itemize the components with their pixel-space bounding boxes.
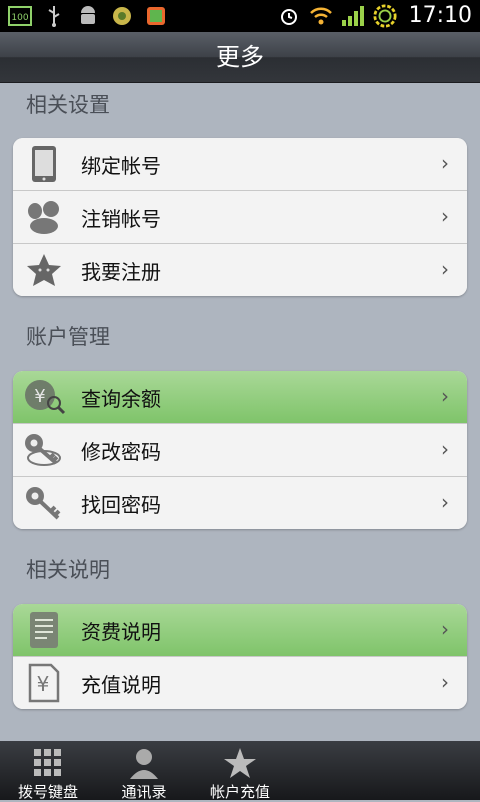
list-item-label: 找回密码 bbox=[81, 492, 161, 517]
svg-text:100: 100 bbox=[11, 13, 28, 23]
tab-label: 帐户充值 bbox=[209, 783, 270, 801]
tab-contacts[interactable]: 通讯录 bbox=[96, 741, 192, 801]
settings-list[interactable]: 相关设置 绑定帐号 › 注销帐号 › 我要注册 › 账户管理 ¥ 查询余额 › … bbox=[0, 83, 480, 741]
clock: 17:10 bbox=[408, 3, 472, 28]
battery-icon: 100 bbox=[8, 4, 32, 28]
tab-label: 通讯录 bbox=[121, 783, 167, 801]
yen-doc-icon: ¥ bbox=[19, 661, 69, 705]
list-item-fee-info[interactable]: 资费说明 › bbox=[13, 604, 467, 657]
tab-label: 拨号键盘 bbox=[17, 783, 78, 801]
page-title: 更多 bbox=[216, 43, 264, 71]
document-icon bbox=[19, 608, 69, 652]
colorful-app-icon bbox=[144, 4, 168, 28]
chevron-right-icon: › bbox=[441, 617, 449, 641]
list-item-recover-password[interactable]: 找回密码 › bbox=[13, 477, 467, 529]
chevron-right-icon: › bbox=[441, 151, 449, 175]
key-find-icon bbox=[19, 481, 69, 525]
alarm-icon bbox=[277, 4, 301, 28]
list-item-check-balance[interactable]: ¥ 查询余额 › bbox=[13, 371, 467, 424]
wifi-icon bbox=[309, 4, 333, 28]
key-icon bbox=[19, 428, 69, 472]
list-item-label: 绑定帐号 bbox=[81, 153, 161, 178]
section-label-account: 账户管理 bbox=[26, 325, 110, 349]
chevron-right-icon: › bbox=[441, 204, 449, 228]
android-icon bbox=[76, 4, 100, 28]
contact-icon bbox=[96, 745, 192, 781]
list-item-logout-account[interactable]: 注销帐号 › bbox=[13, 191, 467, 244]
list-item-bind-account[interactable]: 绑定帐号 › bbox=[13, 138, 467, 191]
chevron-right-icon: › bbox=[441, 257, 449, 281]
list-item-label: 查询余额 bbox=[81, 386, 161, 411]
chevron-right-icon: › bbox=[441, 437, 449, 461]
yen-search-icon: ¥ bbox=[19, 375, 69, 419]
usb-icon bbox=[42, 4, 66, 28]
title-bar: 更多 bbox=[0, 32, 480, 83]
svg-text:¥: ¥ bbox=[37, 672, 50, 696]
list-item-recharge-info[interactable]: ¥ 充值说明 › bbox=[13, 657, 467, 709]
signal-icon bbox=[341, 4, 365, 28]
list-item-register[interactable]: 我要注册 › bbox=[13, 244, 467, 296]
tab-dial-keypad[interactable]: 拨号键盘 bbox=[0, 741, 96, 801]
phone-icon bbox=[19, 142, 69, 186]
list-item-label: 修改密码 bbox=[81, 439, 161, 464]
sync-icon bbox=[373, 3, 397, 28]
paw-icon bbox=[19, 195, 69, 239]
keypad-icon bbox=[0, 745, 96, 781]
svg-text:¥: ¥ bbox=[34, 386, 45, 407]
section-label-info: 相关说明 bbox=[26, 558, 110, 582]
account-group: ¥ 查询余额 › 修改密码 › 找回密码 › bbox=[13, 371, 467, 529]
list-item-label: 我要注册 bbox=[81, 259, 161, 284]
chevron-right-icon: › bbox=[441, 384, 449, 408]
section-label-settings: 相关设置 bbox=[26, 93, 110, 117]
chevron-right-icon: › bbox=[441, 670, 449, 694]
star-icon bbox=[19, 248, 69, 292]
list-item-change-password[interactable]: 修改密码 › bbox=[13, 424, 467, 477]
list-item-label: 注销帐号 bbox=[81, 206, 161, 231]
list-item-label: 资费说明 bbox=[81, 619, 161, 644]
tab-account-recharge[interactable]: 帐户充值 bbox=[192, 741, 288, 801]
tab-bar: 拨号键盘 通讯录 帐户充值 bbox=[0, 741, 480, 801]
chevron-right-icon: › bbox=[441, 490, 449, 514]
star-icon bbox=[192, 745, 288, 781]
app-icon bbox=[110, 4, 134, 28]
settings-group: 绑定帐号 › 注销帐号 › 我要注册 › bbox=[13, 138, 467, 296]
list-item-label: 充值说明 bbox=[81, 672, 161, 697]
status-bar: 100 17:10 bbox=[0, 0, 480, 32]
info-group: 资费说明 › ¥ 充值说明 › bbox=[13, 604, 467, 709]
